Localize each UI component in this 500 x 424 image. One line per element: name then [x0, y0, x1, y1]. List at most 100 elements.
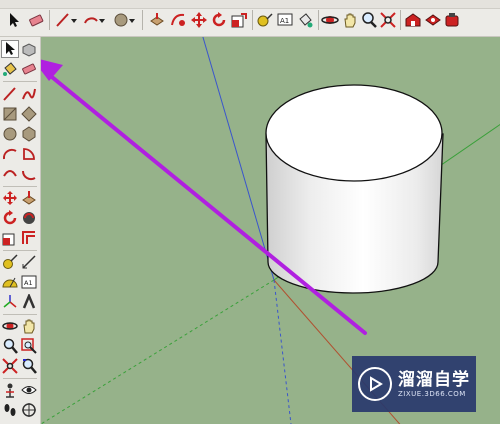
polygon-tool-button[interactable] — [21, 126, 37, 142]
pan-icon — [344, 13, 356, 28]
freehand-icon — [22, 88, 36, 100]
freehand-tool-button[interactable] — [21, 86, 37, 102]
walk-tool-button[interactable] — [2, 402, 18, 418]
arc-tool-button[interactable] — [2, 146, 18, 162]
dimension-icon — [22, 255, 36, 269]
scale-icon — [231, 13, 247, 28]
previous-view-button[interactable] — [21, 358, 37, 374]
extension-icon — [445, 13, 459, 27]
paint-bucket-icon — [3, 62, 17, 76]
tape-measure-tool-button[interactable] — [2, 254, 18, 270]
chevron-down-icon — [99, 19, 105, 23]
move-tool-button[interactable] — [2, 190, 18, 206]
position-camera-tool-button[interactable] — [2, 382, 18, 398]
two-point-arc-icon — [21, 170, 36, 181]
eraser-icon — [22, 63, 36, 75]
select-tool-button[interactable] — [1, 40, 19, 58]
zoom-extents-tool-button[interactable] — [2, 358, 18, 374]
protractor-tool-button[interactable] — [2, 274, 18, 290]
toolbar-separator — [3, 186, 37, 187]
two-point-arc-tool-button[interactable] — [21, 166, 37, 182]
orbit-icon — [321, 16, 339, 24]
tape-measure-tool-button[interactable] — [256, 11, 274, 29]
zoom-extents-tool-button[interactable] — [379, 11, 397, 29]
eraser-tool-button[interactable] — [27, 11, 45, 29]
dimension-tool-button[interactable] — [21, 254, 37, 270]
follow-me-tool-button[interactable] — [169, 11, 187, 29]
text-tool-button[interactable]: A1 — [21, 274, 37, 290]
rotate-tool-button[interactable] — [210, 11, 228, 29]
side-toolbar: A1 — [0, 37, 41, 424]
pie-icon — [23, 148, 35, 160]
share-model-button[interactable] — [424, 11, 442, 29]
orbit-tool-button[interactable] — [321, 11, 339, 29]
line-tool-dropdown[interactable] — [70, 11, 78, 29]
rectangle-tool-button[interactable] — [2, 106, 18, 122]
toolbar-separator — [400, 10, 401, 30]
arc-tool-dropdown[interactable] — [98, 11, 106, 29]
chevron-down-icon — [71, 19, 77, 23]
extension-warehouse-button[interactable] — [443, 11, 461, 29]
pan-tool-button[interactable] — [341, 11, 359, 29]
select-tool-button[interactable] — [5, 11, 23, 29]
toolbar-separator — [3, 250, 37, 251]
pan-tool-button[interactable] — [21, 318, 37, 334]
push-pull-tool-button[interactable] — [21, 190, 37, 206]
toolbar-separator — [318, 10, 319, 30]
position-camera-icon — [6, 383, 14, 398]
push-pull-tool-button[interactable] — [148, 11, 166, 29]
circle-icon — [3, 127, 17, 141]
look-around-tool-button[interactable] — [21, 382, 37, 398]
zoom-window-tool-button[interactable] — [21, 338, 37, 354]
rectangle-icon — [3, 107, 17, 121]
polygon-icon — [22, 126, 36, 142]
circle-tool-button[interactable] — [2, 126, 18, 142]
pie-tool-button[interactable] — [21, 146, 37, 162]
3d-text-icon — [22, 294, 36, 309]
offset-tool-button[interactable] — [21, 230, 37, 246]
tape-measure-icon — [257, 13, 273, 27]
line-tool-button[interactable] — [2, 86, 18, 102]
toolbar-strip-partial — [0, 0, 500, 9]
watermark-url: ZIXUE.3D66.COM — [398, 390, 466, 398]
eraser-icon — [29, 14, 44, 27]
make-component-button[interactable] — [21, 41, 37, 57]
tape-measure-icon — [3, 254, 18, 269]
text-icon: A1 — [21, 275, 37, 289]
rotated-rectangle-tool-button[interactable] — [21, 106, 37, 122]
paint-bucket-tool-button[interactable] — [2, 61, 18, 77]
zoom-window-icon — [21, 338, 37, 354]
watermark: 溜溜自学 ZIXUE.3D66.COM — [352, 356, 476, 412]
cylinder-model[interactable] — [265, 84, 444, 294]
shape-tool-dropdown[interactable] — [128, 11, 136, 29]
text-icon: A1 — [277, 13, 293, 26]
move-tool-button[interactable] — [190, 11, 208, 29]
zoom-tool-button[interactable] — [2, 338, 18, 354]
section-plane-icon — [22, 403, 36, 417]
rotate-tool-button[interactable] — [2, 210, 18, 226]
blue-axis — [202, 37, 275, 281]
eraser-tool-button[interactable] — [21, 61, 37, 77]
component-icon — [22, 43, 36, 57]
push-pull-icon — [22, 191, 36, 205]
3d-warehouse-button[interactable] — [404, 11, 422, 29]
follow-me-icon — [23, 212, 35, 224]
orbit-tool-button[interactable] — [2, 318, 18, 334]
scale-tool-button[interactable] — [2, 230, 18, 246]
text-tool-button[interactable]: A1 — [276, 11, 294, 29]
three-point-arc-tool-button[interactable] — [2, 166, 18, 182]
orbit-icon — [2, 322, 18, 330]
paint-bucket-tool-button[interactable] — [296, 11, 314, 29]
share-icon — [425, 14, 441, 26]
push-pull-icon — [150, 13, 164, 26]
section-plane-tool-button[interactable] — [21, 402, 37, 418]
zoom-tool-button[interactable] — [360, 11, 378, 29]
scale-tool-button[interactable] — [230, 11, 248, 29]
paint-bucket-icon — [299, 13, 313, 28]
axes-tool-button[interactable] — [2, 294, 18, 310]
side-text-tool-label: A1 — [24, 279, 33, 287]
3d-text-tool-button[interactable] — [21, 294, 37, 310]
green-axis-negative — [41, 279, 275, 424]
cylinder-top-face — [265, 84, 443, 182]
follow-me-tool-button[interactable] — [21, 210, 37, 226]
